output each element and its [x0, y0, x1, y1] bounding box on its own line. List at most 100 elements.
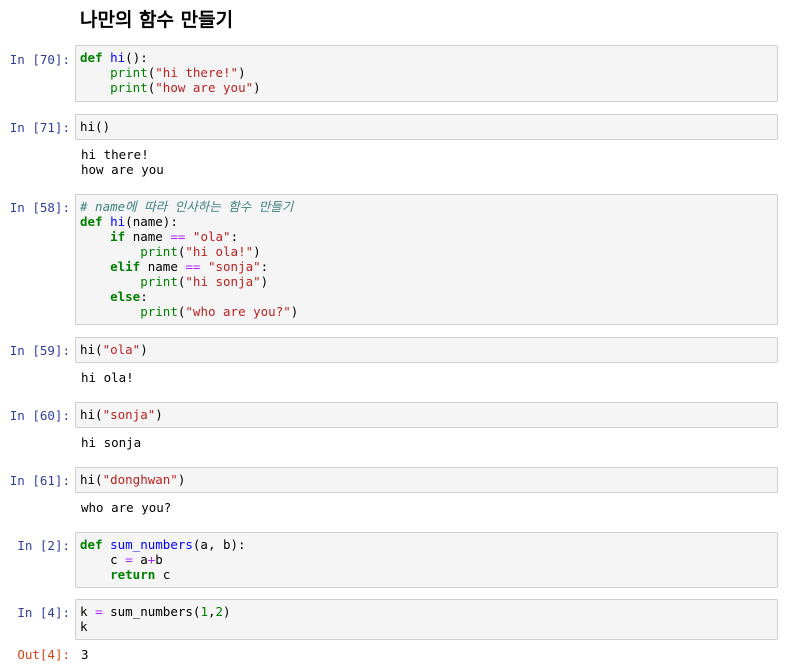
- code-cell[interactable]: hi(): [75, 114, 778, 140]
- code-text: a: [132, 552, 148, 567]
- code-text: ): [290, 304, 299, 319]
- number-token: 2: [215, 604, 224, 619]
- code-text: name: [140, 259, 186, 274]
- string-token: "who are you?": [185, 304, 291, 319]
- code-text: ): [238, 65, 246, 80]
- input-prompt: In [59]:: [9, 343, 70, 358]
- operator-token: ==: [170, 229, 186, 244]
- code-text: ): [253, 80, 261, 95]
- string-token: "donghwan": [102, 472, 178, 487]
- string-token: "sonja": [207, 259, 261, 274]
- keyword-token: def: [80, 214, 103, 229]
- code-editor[interactable]: hi("sonja"): [76, 403, 777, 426]
- code-text: c: [155, 567, 171, 582]
- code-editor[interactable]: def sum_numbers(a, b): c = a+b return c: [76, 533, 777, 586]
- code-editor[interactable]: # name에 따라 인사하는 함수 만들기 def hi(name): if …: [76, 195, 777, 323]
- code-cell[interactable]: def sum_numbers(a, b): c = a+b return c: [75, 532, 778, 588]
- code-text: name: [125, 229, 171, 244]
- builtin-token: print: [140, 304, 178, 319]
- keyword-token: def: [80, 50, 103, 65]
- keyword-token: elif: [110, 259, 141, 274]
- code-text: ): [260, 274, 269, 289]
- keyword-token: def: [80, 537, 103, 552]
- output-prompt: Out[4]:: [17, 647, 70, 662]
- code-editor[interactable]: def hi(): print("hi there!") print("how …: [76, 46, 777, 99]
- input-prompt: In [61]:: [9, 473, 70, 488]
- number-token: 1: [200, 604, 208, 619]
- code-text: hi(: [80, 472, 103, 487]
- code-text: ,: [207, 604, 216, 619]
- keyword-token: if: [110, 229, 126, 244]
- builtin-token: print: [110, 65, 148, 80]
- string-token: "hi there!": [155, 65, 239, 80]
- input-prompt: In [70]:: [9, 52, 70, 67]
- builtin-token: print: [140, 274, 178, 289]
- keyword-token: return: [110, 567, 156, 582]
- operator-token: ==: [185, 259, 201, 274]
- code-text: ): [155, 407, 163, 422]
- code-text: hi(): [80, 119, 111, 134]
- code-text: (a, b):: [192, 537, 246, 552]
- operator-token: =: [95, 604, 103, 619]
- code-editor[interactable]: hi("ola"): [76, 338, 777, 361]
- function-name-token: hi: [110, 214, 126, 229]
- code-text: ): [223, 604, 231, 619]
- string-token: "hi sonja": [185, 274, 261, 289]
- code-text: ():: [125, 50, 148, 65]
- notebook-heading: 나만의 함수 만들기: [80, 9, 234, 31]
- code-cell[interactable]: # name에 따라 인사하는 함수 만들기 def hi(name): if …: [75, 194, 778, 325]
- code-text: hi(: [80, 407, 103, 422]
- string-token: "sonja": [102, 407, 156, 422]
- cell-output: who are you?: [81, 500, 172, 515]
- code-text: k: [80, 604, 96, 619]
- code-cell[interactable]: def hi(): print("hi there!") print("how …: [75, 45, 778, 102]
- cell-output: hi there! how are you: [81, 147, 164, 177]
- function-name-token: sum_numbers: [110, 537, 193, 552]
- code-text: :: [140, 289, 148, 304]
- code-text: ): [253, 244, 261, 259]
- code-editor[interactable]: hi(): [76, 115, 777, 138]
- code-editor[interactable]: k = sum_numbers(1,2) k: [76, 600, 777, 638]
- code-cell[interactable]: hi("sonja"): [75, 402, 778, 428]
- cell-output: hi ola!: [81, 370, 134, 385]
- input-prompt: In [4]:: [17, 605, 70, 620]
- code-cell[interactable]: hi("donghwan"): [75, 467, 778, 493]
- string-token: "ola": [192, 229, 231, 244]
- code-text: (name):: [125, 214, 178, 229]
- code-text: c: [80, 552, 126, 567]
- string-token: "hi ola!": [185, 244, 254, 259]
- input-prompt: In [71]:: [9, 120, 70, 135]
- code-text: ): [177, 472, 186, 487]
- code-cell[interactable]: hi("ola"): [75, 337, 778, 363]
- comment-token: # name에 따라 인사하는 함수 만들기: [80, 199, 294, 214]
- cell-output: hi sonja: [81, 435, 142, 450]
- keyword-token: else: [110, 289, 141, 304]
- code-text: sum_numbers(: [102, 604, 201, 619]
- code-text: b: [155, 552, 163, 567]
- code-cell[interactable]: k = sum_numbers(1,2) k: [75, 599, 778, 640]
- cell-output: 3: [81, 647, 89, 662]
- code-text: ): [140, 342, 148, 357]
- code-editor[interactable]: hi("donghwan"): [76, 468, 777, 491]
- input-prompt: In [2]:: [17, 538, 70, 553]
- builtin-token: print: [110, 80, 148, 95]
- code-text: :: [260, 259, 269, 274]
- input-prompt: In [60]:: [9, 408, 70, 423]
- input-prompt: In [58]:: [9, 200, 70, 215]
- code-text: hi(: [80, 342, 103, 357]
- function-name-token: hi: [110, 50, 126, 65]
